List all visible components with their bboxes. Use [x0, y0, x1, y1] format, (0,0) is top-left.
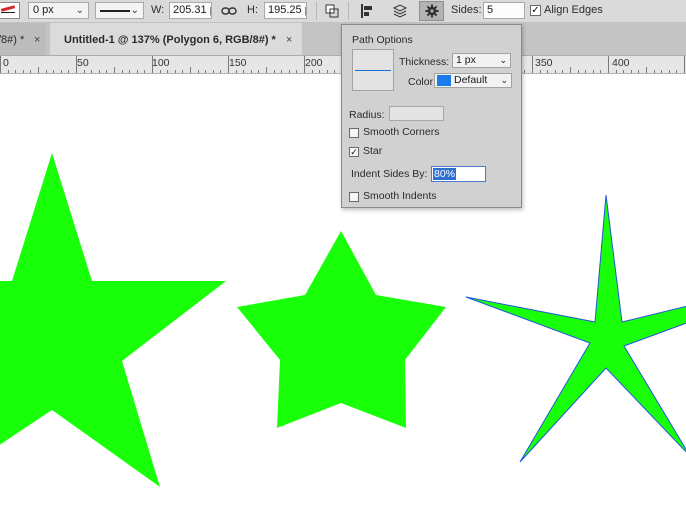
width-field[interactable]: 205.31 p: [169, 2, 212, 19]
star-shape-large[interactable]: [0, 153, 226, 487]
color-select[interactable]: Default ⌄: [434, 73, 512, 88]
height-field[interactable]: 195.25 p: [264, 2, 307, 19]
ruler-label: 400: [612, 57, 630, 69]
stroke-preview: [352, 49, 394, 91]
align-edges-checkbox[interactable]: ✓: [530, 5, 541, 16]
smooth-indents-checkbox[interactable]: [349, 192, 359, 202]
close-icon[interactable]: ×: [286, 23, 292, 57]
smooth-indents-label: Smooth Indents: [363, 190, 437, 202]
star-shape-medium[interactable]: [237, 231, 446, 428]
path-alignment-icon[interactable]: [357, 1, 377, 21]
sides-field[interactable]: 5: [483, 2, 525, 19]
tab-untitled-1[interactable]: Untitled-1 @ 137% (Polygon 6, RGB/8#) * …: [50, 23, 302, 55]
height-label: H:: [247, 4, 258, 16]
star-checkbox[interactable]: ✓: [349, 147, 359, 157]
ruler-label: 150: [229, 57, 247, 69]
radius-field[interactable]: [389, 106, 444, 121]
close-icon[interactable]: ×: [34, 23, 40, 57]
chevron-down-icon: ⌄: [499, 55, 507, 65]
color-swatch: [437, 75, 451, 86]
ruler-label: 100: [152, 57, 170, 69]
path-options-title: Path Options: [352, 34, 413, 46]
stroke-swatch-icon[interactable]: [0, 2, 20, 19]
star-shape-thin[interactable]: [465, 194, 686, 463]
path-arrangement-icon[interactable]: [390, 1, 410, 21]
path-operations-icon[interactable]: [322, 1, 342, 21]
gear-icon[interactable]: [419, 1, 444, 21]
radius-label: Radius:: [349, 109, 385, 121]
ruler-label: 0: [3, 57, 9, 69]
tab-previous-document[interactable]: /8#) * ×: [0, 23, 46, 55]
color-value: Default: [454, 74, 488, 86]
divider: [348, 2, 349, 20]
link-icon[interactable]: [219, 1, 239, 21]
stroke-width-select[interactable]: 0 px ⌄: [28, 2, 89, 19]
star-label: Star: [363, 145, 383, 157]
smooth-corners-label: Smooth Corners: [363, 126, 440, 138]
indent-sides-value: 80%: [433, 168, 457, 180]
sides-label: Sides:: [451, 4, 482, 16]
chevron-down-icon: ⌄: [500, 75, 508, 85]
options-bar: 0 px ⌄ ⌄ W: 205.31 p H: 195.25 p Sides: …: [0, 0, 686, 23]
stroke-type-icon: [100, 10, 130, 12]
tab-label: /8#) *: [0, 34, 25, 46]
align-edges-label: Align Edges: [544, 4, 603, 16]
thickness-label: Thickness:: [399, 56, 450, 68]
path-options-panel: Path Options Thickness: 1 px ⌄ Color: De…: [341, 24, 522, 208]
ruler-label: 50: [77, 57, 89, 69]
thickness-select[interactable]: 1 px ⌄: [452, 53, 511, 68]
color-label: Color:: [408, 76, 437, 88]
smooth-corners-checkbox[interactable]: [349, 128, 359, 138]
chevron-down-icon: ⌄: [75, 5, 84, 16]
thickness-value: 1 px: [456, 54, 476, 66]
tab-label: Untitled-1 @ 137% (Polygon 6, RGB/8#) *: [64, 34, 276, 46]
indent-sides-field[interactable]: 80%: [431, 166, 486, 182]
stroke-type-select[interactable]: ⌄: [95, 2, 144, 19]
width-label: W:: [151, 4, 165, 16]
ruler-label: 200: [305, 57, 323, 69]
indent-sides-label: Indent Sides By:: [351, 168, 428, 180]
stroke-width-value: 0 px: [33, 4, 54, 16]
chevron-down-icon: ⌄: [130, 5, 139, 16]
divider: [316, 2, 317, 20]
ruler-label: 350: [535, 57, 553, 69]
